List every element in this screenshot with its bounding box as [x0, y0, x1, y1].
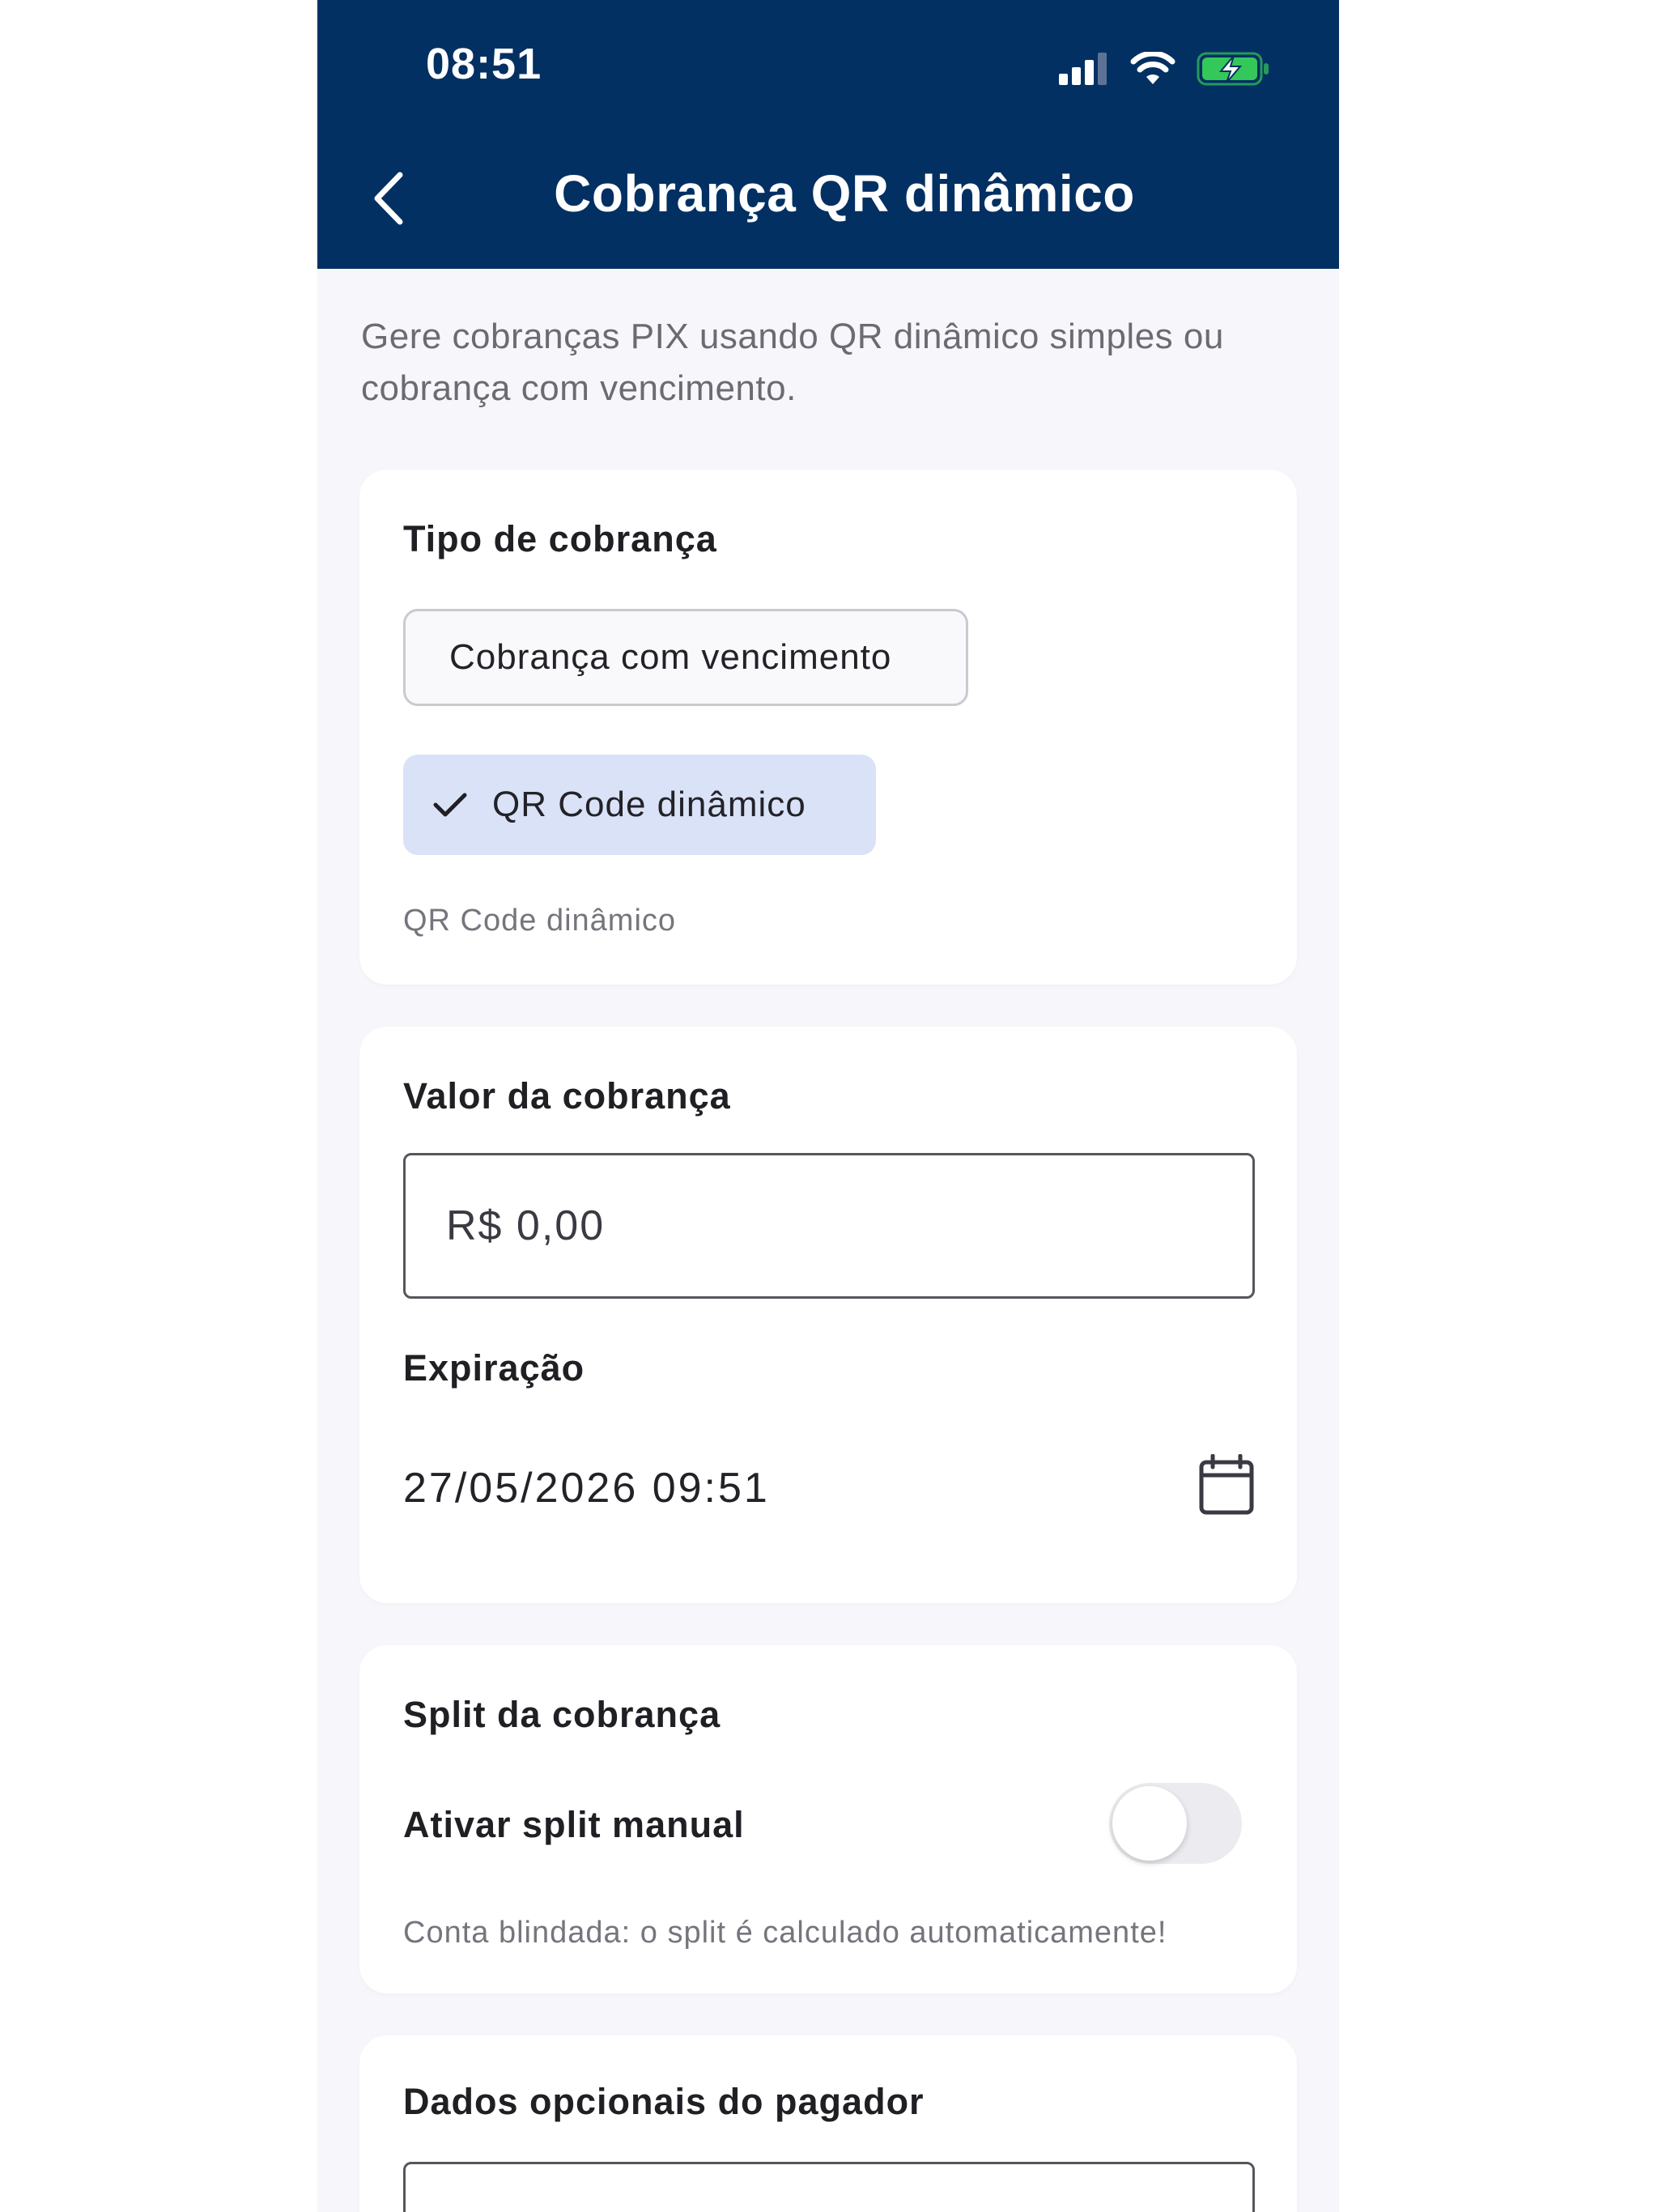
charge-type-hint: QR Code dinâmico	[403, 904, 677, 938]
split-card: Split da cobrança Ativar split manual Co…	[359, 1645, 1297, 1993]
charge-type-title: Tipo de cobrança	[403, 518, 717, 559]
phone-screen: 08:51 Cobrança QR dinâmico Gere cobrança…	[317, 0, 1339, 2212]
amount-input[interactable]: R$ 0,00	[403, 1153, 1255, 1299]
amount-value: R$ 0,00	[446, 1202, 606, 1249]
intro-text: Gere cobranças PIX usando QR dinâmico si…	[361, 317, 1224, 408]
expiration-value[interactable]: 27/05/2026 09:51	[403, 1464, 770, 1512]
toggle-knob	[1112, 1786, 1187, 1861]
split-hint: Conta blindada: o split é calculado auto…	[403, 1916, 1167, 1950]
calendar-icon[interactable]	[1198, 1454, 1255, 1516]
option-label: Cobrança com vencimento	[449, 637, 892, 677]
expiration-label: Expiração	[403, 1347, 585, 1389]
charge-value-title: Valor da cobrança	[403, 1075, 731, 1117]
option-label: QR Code dinâmico	[492, 785, 806, 824]
app-header: 08:51 Cobrança QR dinâmico	[317, 0, 1339, 269]
page-title: Cobrança QR dinâmico	[554, 164, 1135, 223]
payer-title: Dados opcionais do pagador	[403, 2081, 925, 2122]
payer-input[interactable]	[403, 2162, 1255, 2212]
split-toggle[interactable]	[1109, 1783, 1242, 1864]
option-due-date-charge[interactable]: Cobrança com vencimento	[403, 609, 968, 706]
battery-charging-icon	[1197, 52, 1269, 86]
check-icon	[433, 793, 467, 817]
split-toggle-label: Ativar split manual	[403, 1804, 745, 1845]
charge-value-card: Valor da cobrança R$ 0,00 Expiração 27/0…	[359, 1027, 1297, 1603]
status-time: 08:51	[426, 40, 542, 88]
payer-card: Dados opcionais do pagador	[359, 2035, 1297, 2212]
wifi-icon	[1130, 52, 1175, 84]
split-title: Split da cobrança	[403, 1694, 721, 1735]
signal-icon	[1059, 53, 1107, 85]
status-icons	[1059, 49, 1271, 89]
charge-type-card: Tipo de cobrança Cobrança com vencimento…	[359, 470, 1297, 985]
option-dynamic-qr[interactable]: QR Code dinâmico	[403, 755, 876, 855]
